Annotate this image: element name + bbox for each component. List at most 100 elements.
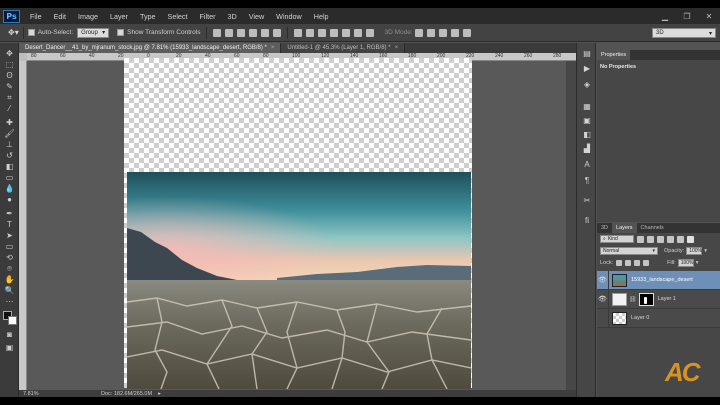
healing-brush-tool-icon[interactable]: ✚ <box>4 118 15 127</box>
fill-input[interactable]: 100% <box>677 259 694 267</box>
3d-pan-icon[interactable] <box>438 28 447 37</box>
transform-checkbox[interactable] <box>117 29 125 36</box>
3d-camera-tool-icon[interactable]: ⌾ <box>4 264 15 273</box>
tab-channels[interactable]: Channels <box>637 223 668 233</box>
brush-tool-icon[interactable]: 🖌 <box>4 129 15 138</box>
layer-row-layer-1[interactable]: 👁 ⛓ Layer 1 <box>597 289 720 309</box>
menu-layer[interactable]: Layer <box>104 12 134 21</box>
screen-mode-icon[interactable]: ▣ <box>4 343 15 352</box>
adjustments-panel-icon[interactable]: ◧ <box>582 129 592 139</box>
minimize-icon[interactable]: ▁ <box>654 8 676 24</box>
layer-name[interactable]: Layer 0 <box>631 315 649 321</box>
pen-tool-icon[interactable]: ✒ <box>4 209 15 218</box>
desert-landscape-image[interactable] <box>127 172 471 389</box>
crop-tool-icon[interactable]: ⌗ <box>4 93 15 102</box>
color-panel-icon[interactable]: ▦ <box>582 101 592 111</box>
filter-toggle-icon[interactable] <box>687 235 694 243</box>
auto-select-dropdown[interactable]: Group ▾ <box>77 27 110 38</box>
tool-presets-icon[interactable]: ✂ <box>582 195 592 205</box>
visibility-toggle-empty[interactable] <box>597 308 609 328</box>
opacity-slider-icon[interactable]: ▾ <box>704 248 707 254</box>
lasso-tool-icon[interactable]: ʘ <box>4 71 15 80</box>
visibility-eye-icon[interactable]: 👁 <box>597 289 609 309</box>
align-middle-icon[interactable] <box>225 28 234 37</box>
move-tool-icon[interactable]: ✥ <box>4 49 15 58</box>
lock-transparent-icon[interactable] <box>616 260 623 266</box>
distribute-bottom-icon[interactable] <box>318 28 327 37</box>
tab-3d[interactable]: 3D <box>597 223 612 233</box>
ruler-origin[interactable] <box>19 53 27 61</box>
close-tab-icon[interactable]: × <box>395 45 399 51</box>
eyedropper-tool-icon[interactable]: ⁄ <box>4 104 15 113</box>
close-tab-icon[interactable]: × <box>271 45 275 51</box>
3d-object-tool-icon[interactable]: ⟲ <box>4 253 15 262</box>
distribute-left-icon[interactable] <box>330 28 339 37</box>
distribute-top-icon[interactable] <box>294 28 303 37</box>
shape-tool-icon[interactable]: ▭ <box>4 242 15 251</box>
canvas-workspace[interactable] <box>27 58 573 390</box>
document-tab-untitled[interactable]: Untitled-1 @ 45.3% (Layer 1, RGB/8) * × <box>281 43 406 53</box>
layer-name[interactable]: 15933_landscape_desert <box>631 277 693 283</box>
blur-tool-icon[interactable]: 💧 <box>4 184 15 193</box>
opacity-input[interactable]: 100% <box>686 247 703 255</box>
3d-rotate-icon[interactable] <box>414 28 423 37</box>
lock-position-icon[interactable] <box>634 260 641 266</box>
play-actions-icon[interactable]: ▶ <box>582 63 592 73</box>
layer-mask-thumbnail[interactable] <box>638 292 654 306</box>
distribute-middle-icon[interactable] <box>306 28 315 37</box>
auto-select-checkbox[interactable] <box>27 29 35 36</box>
paragraph-panel-icon[interactable]: ¶ <box>582 175 592 185</box>
layer-row-landscape[interactable]: 👁 15933_landscape_desert <box>597 270 720 290</box>
auto-align-icon[interactable] <box>366 28 375 37</box>
edit-toolbar-icon[interactable]: ⋯ <box>4 297 15 306</box>
move-tool-preset-icon[interactable]: ✥▾ <box>8 28 19 37</box>
kind-filter-dropdown[interactable]: ⌕ Kind <box>600 235 634 243</box>
visibility-eye-icon[interactable]: 👁 <box>597 270 609 290</box>
eraser-tool-icon[interactable]: ◧ <box>4 162 15 171</box>
path-select-tool-icon[interactable]: ➤ <box>4 231 15 240</box>
dodge-tool-icon[interactable]: ● <box>4 195 15 204</box>
align-left-icon[interactable] <box>249 28 258 37</box>
workspace-dropdown[interactable]: 3D ▾ <box>652 28 716 38</box>
align-top-icon[interactable] <box>213 28 222 37</box>
character-panel-icon[interactable]: A <box>582 159 592 169</box>
close-icon[interactable]: ✕ <box>698 8 720 24</box>
glyphs-panel-icon[interactable]: fi <box>582 215 592 225</box>
menu-file[interactable]: File <box>24 12 48 21</box>
marquee-tool-icon[interactable]: ⬚ <box>4 60 15 69</box>
menu-image[interactable]: Image <box>72 12 104 21</box>
menu-3d[interactable]: 3D <box>222 12 243 21</box>
lock-image-icon[interactable] <box>625 260 632 266</box>
background-color-swatch[interactable] <box>8 316 17 325</box>
fill-slider-icon[interactable]: ▾ <box>696 260 699 266</box>
layer-name[interactable]: Layer 1 <box>658 296 676 302</box>
distribute-right-icon[interactable] <box>354 28 363 37</box>
align-bottom-icon[interactable] <box>237 28 246 37</box>
align-right-icon[interactable] <box>273 28 282 37</box>
lock-all-icon[interactable] <box>643 260 650 266</box>
status-menu-icon[interactable]: ▸ <box>158 391 161 397</box>
vertical-scrollbar[interactable] <box>566 61 576 390</box>
menu-type[interactable]: Type <box>134 12 162 21</box>
zoom-tool-icon[interactable]: 🔍 <box>4 286 15 295</box>
filter-smart-object-icon[interactable] <box>677 235 684 243</box>
menu-window[interactable]: Window <box>270 12 308 21</box>
quick-mask-icon[interactable]: ◙ <box>4 330 15 339</box>
3d-panel-icon[interactable]: ◈ <box>582 79 592 89</box>
gradient-tool-icon[interactable]: ▭ <box>4 173 15 182</box>
layer-row-layer-0[interactable]: Layer 0 <box>597 308 720 328</box>
distribute-center-icon[interactable] <box>342 28 351 37</box>
tab-layers[interactable]: Layers <box>612 223 637 233</box>
quick-select-tool-icon[interactable]: ✎ <box>4 82 15 91</box>
blend-mode-dropdown[interactable]: Normal ▾ <box>600 247 658 255</box>
document-tab-desert[interactable]: Desert_Dancer__41_by_mjranum_stock.jpg @… <box>19 43 282 53</box>
zoom-level[interactable]: 7.81% <box>19 391 49 397</box>
menu-view[interactable]: View <box>243 12 270 21</box>
filter-pixel-icon[interactable] <box>637 235 644 243</box>
filter-shape-icon[interactable] <box>667 235 674 243</box>
swatches-panel-icon[interactable]: ▣ <box>582 115 592 125</box>
filter-type-icon[interactable] <box>657 235 664 243</box>
menu-select[interactable]: Select <box>162 12 194 21</box>
align-center-icon[interactable] <box>261 28 270 37</box>
restore-icon[interactable]: ❐ <box>676 8 698 24</box>
